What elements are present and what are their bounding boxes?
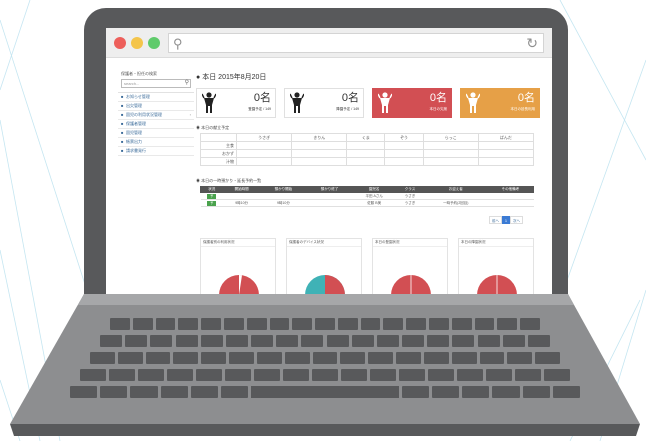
keyboard-key <box>544 369 570 381</box>
keyboard-key <box>130 386 158 398</box>
keyboard-key <box>246 318 267 330</box>
keyboard-key <box>368 352 394 364</box>
keyboard-key <box>451 352 477 364</box>
keyboard-key <box>175 335 198 347</box>
keyboard-key <box>401 386 430 398</box>
keyboard-key <box>80 369 106 381</box>
keyboard-key <box>477 335 500 347</box>
keyboard-key <box>138 369 164 381</box>
keyboard-key <box>110 318 130 330</box>
keyboard-key <box>427 335 450 347</box>
keyboard-key <box>70 386 98 398</box>
keyboard-key <box>451 318 472 330</box>
keyboard-key <box>155 318 176 330</box>
keyboard-key <box>90 352 115 364</box>
keyboard-key <box>256 352 282 364</box>
keyboard-key <box>520 318 540 330</box>
keyboard-key <box>326 335 349 347</box>
keyboard-key <box>254 369 280 381</box>
keyboard-key <box>160 386 188 398</box>
keyboard-key <box>225 335 248 347</box>
keyboard-key <box>201 352 227 364</box>
keyboard-key <box>527 335 550 347</box>
keyboard-key <box>223 318 244 330</box>
keyboard-key <box>515 369 541 381</box>
keyboard <box>0 0 646 441</box>
keyboard-key <box>150 335 173 347</box>
keyboard-key <box>312 352 338 364</box>
keyboard-key <box>360 318 381 330</box>
keyboard-key <box>117 352 143 364</box>
laptop-illustration: ⚲ ↻ 保護者・担任の検索 search... ⚲ ■ お知らせ管理 ■ 出欠管理 … <box>0 0 646 441</box>
keyboard-key <box>383 318 404 330</box>
keyboard-key <box>167 369 193 381</box>
keyboard-key <box>552 386 580 398</box>
keyboard-key <box>492 386 520 398</box>
keyboard-key <box>109 369 135 381</box>
keyboard-key <box>200 335 223 347</box>
keyboard-key <box>479 352 505 364</box>
keyboard-key <box>399 369 425 381</box>
keyboard-key <box>396 352 421 364</box>
keyboard-key <box>522 386 550 398</box>
keyboard-key <box>406 318 427 330</box>
keyboard-key <box>312 369 338 381</box>
keyboard-key <box>507 352 533 364</box>
keyboard-key <box>132 318 153 330</box>
spacebar-key <box>251 386 399 398</box>
keyboard-key <box>497 318 518 330</box>
keyboard-key <box>535 352 560 364</box>
keyboard-key <box>423 352 449 364</box>
keyboard-key <box>100 386 128 398</box>
keyboard-key <box>201 318 221 330</box>
keyboard-key <box>341 369 367 381</box>
keyboard-key <box>292 318 313 330</box>
keyboard-key <box>462 386 490 398</box>
keyboard-key <box>178 318 199 330</box>
keyboard-key <box>173 352 199 364</box>
keyboard-key <box>284 352 310 364</box>
keyboard-key <box>283 369 309 381</box>
keyboard-key <box>502 335 525 347</box>
keyboard-key <box>474 318 495 330</box>
keyboard-key <box>145 352 171 364</box>
keyboard-key <box>337 318 358 330</box>
keyboard-key <box>370 369 396 381</box>
keyboard-key <box>429 318 449 330</box>
keyboard-key <box>486 369 512 381</box>
keyboard-key <box>100 335 123 347</box>
keyboard-key <box>276 335 299 347</box>
keyboard-key <box>428 369 454 381</box>
keyboard-key <box>340 352 366 364</box>
keyboard-key <box>229 352 254 364</box>
keyboard-key <box>402 335 425 347</box>
keyboard-key <box>351 335 374 347</box>
keyboard-key <box>251 335 274 347</box>
keyboard-key <box>220 386 249 398</box>
keyboard-key <box>315 318 335 330</box>
keyboard-key <box>376 335 399 347</box>
keyboard-key <box>269 318 290 330</box>
keyboard-key <box>452 335 475 347</box>
keyboard-key <box>432 386 460 398</box>
keyboard-key <box>125 335 148 347</box>
keyboard-key <box>225 369 251 381</box>
keyboard-key <box>457 369 483 381</box>
keyboard-key <box>190 386 218 398</box>
keyboard-key <box>196 369 222 381</box>
keyboard-key <box>301 335 324 347</box>
